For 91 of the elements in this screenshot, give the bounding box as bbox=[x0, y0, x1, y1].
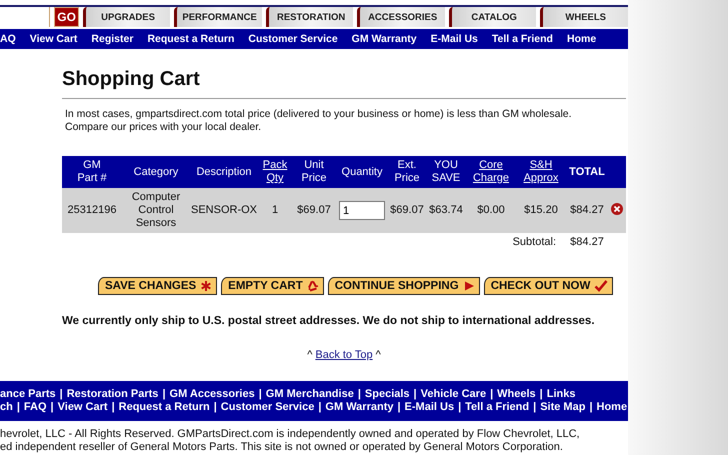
footer-link[interactable]: Tell a Friend bbox=[465, 401, 530, 414]
separator: | bbox=[533, 401, 536, 414]
separator: | bbox=[414, 388, 417, 401]
separator: | bbox=[589, 401, 593, 414]
triangle-icon bbox=[462, 280, 475, 292]
column-header: Quantity bbox=[336, 156, 388, 188]
separator: | bbox=[60, 388, 63, 401]
footer-link[interactable]: Request a Return bbox=[118, 401, 210, 414]
action-button[interactable]: CONTINUE SHOPPING bbox=[328, 277, 480, 295]
footer-link[interactable]: Customer Service bbox=[220, 401, 314, 414]
table-cell: Computer Control Sensors bbox=[122, 188, 190, 233]
asterisk-icon bbox=[200, 280, 212, 292]
quantity-input[interactable]: 1 bbox=[339, 201, 385, 220]
footer-link[interactable]: Specials bbox=[364, 388, 410, 401]
table-cell: $84.27 bbox=[566, 188, 608, 233]
back-to-top-link[interactable]: Back to Top bbox=[315, 349, 373, 361]
nav-link[interactable]: AQ bbox=[0, 33, 16, 45]
remove-icon[interactable] bbox=[611, 202, 623, 214]
separator: | bbox=[397, 401, 401, 414]
footer-link[interactable]: Site Map bbox=[540, 401, 586, 414]
column-header[interactable]: Pack Qty bbox=[258, 156, 292, 188]
footer-link[interactable]: E-Mail Us bbox=[404, 401, 454, 414]
column-header: Category bbox=[122, 156, 190, 188]
subtotal-value: $84.27 bbox=[566, 233, 608, 249]
separator: | bbox=[458, 401, 462, 414]
nav-tab[interactable]: UPGRADES bbox=[82, 7, 170, 27]
nav-link[interactable]: Home bbox=[566, 33, 596, 45]
subtotal-label: Subtotal: bbox=[62, 233, 566, 249]
separator: | bbox=[214, 401, 217, 414]
action-button[interactable]: CHECK OUT NOW bbox=[484, 277, 614, 295]
table-cell: 1 bbox=[258, 188, 292, 233]
table-cell: $69.07 bbox=[292, 188, 336, 233]
nav-tab[interactable]: CATALOG bbox=[448, 7, 536, 27]
column-header: YOU SAVE bbox=[426, 156, 466, 188]
nav-link[interactable]: Customer Service bbox=[248, 33, 338, 45]
footer-link[interactable]: FAQ bbox=[24, 401, 47, 414]
footer-link[interactable]: Links bbox=[546, 388, 576, 401]
footer-link[interactable]: GM Accessories bbox=[170, 388, 255, 401]
page-title: Shopping Cart bbox=[62, 68, 626, 99]
nav-tab[interactable]: ACCESSORIES bbox=[357, 7, 445, 27]
nav-link[interactable]: E-Mail Us bbox=[430, 33, 478, 45]
footer-link[interactable]: Restoration Parts bbox=[66, 388, 158, 401]
separator: | bbox=[490, 388, 494, 401]
table-cell: $69.07 bbox=[388, 188, 426, 233]
table-cell: 25312196 bbox=[62, 188, 122, 233]
separator: | bbox=[358, 388, 361, 401]
footer-link[interactable]: ch bbox=[0, 401, 13, 414]
column-header: Unit Price bbox=[292, 156, 336, 188]
separator: | bbox=[162, 388, 166, 401]
nav-tab[interactable]: WHEELS bbox=[540, 7, 628, 27]
footer-link[interactable]: View Cart bbox=[58, 401, 108, 414]
intro-text: In most cases, gmpartsdirect.com total price (delivered to your business or home) is less than GM wholesale. Compare our prices with your local dealer. bbox=[65, 108, 573, 134]
table-cell: $15.20 bbox=[516, 188, 566, 233]
copyright-text: hevrolet, LLC - All Rights Reserved. GMPartsDirect.com is independently owned and operated by Flow Chevrolet, LLC, bbox=[0, 428, 581, 441]
copyright-text: ed independent reseller of General Motors Parts. This site is not owned or operated by General Motors Corporation. bbox=[0, 441, 564, 454]
separator: | bbox=[540, 388, 543, 401]
separator: | bbox=[112, 401, 115, 414]
action-button[interactable]: SAVE CHANGES bbox=[98, 277, 218, 295]
nav-link[interactable]: Request a Return bbox=[147, 33, 234, 45]
nav-tab[interactable]: RESTORATION bbox=[266, 7, 354, 27]
footer-link[interactable]: Wheels bbox=[497, 388, 536, 401]
recycle-icon bbox=[306, 280, 319, 292]
column-header: Description bbox=[190, 156, 258, 188]
column-header[interactable]: Core Charge bbox=[466, 156, 516, 188]
nav-link[interactable]: View Cart bbox=[30, 33, 78, 45]
table-cell: SENSOR-OX bbox=[190, 188, 258, 233]
separator: | bbox=[258, 388, 262, 401]
footer-link[interactable]: GM Merchandise bbox=[266, 388, 354, 401]
footer-link[interactable]: ance Parts bbox=[0, 388, 56, 401]
column-header: GM Part # bbox=[62, 156, 122, 188]
separator: | bbox=[16, 401, 20, 414]
column-header[interactable]: S&H Approx bbox=[516, 156, 566, 188]
caret-text: ^ bbox=[307, 349, 312, 361]
column-header: Ext. Price bbox=[388, 156, 426, 188]
nav-link[interactable]: Tell a Friend bbox=[492, 33, 553, 45]
separator: | bbox=[318, 401, 322, 414]
separator: | bbox=[50, 401, 54, 414]
shipping-notice: We currently only ship to U.S. postal street addresses. We do not ship to international addresses. bbox=[62, 315, 596, 327]
table-cell: $63.74 bbox=[426, 188, 466, 233]
footer-link[interactable]: Home bbox=[596, 401, 628, 414]
table-cell: $0.00 bbox=[466, 188, 516, 233]
footer-link[interactable]: GM Warranty bbox=[325, 401, 394, 414]
footer-link[interactable]: Vehicle Care bbox=[420, 388, 486, 401]
check-icon bbox=[594, 280, 608, 292]
column-header: TOTAL bbox=[566, 156, 608, 188]
nav-link[interactable]: Register bbox=[91, 33, 134, 45]
caret-text: ^ bbox=[376, 349, 381, 361]
go-button[interactable]: GO bbox=[54, 7, 79, 27]
action-button[interactable]: EMPTY CART bbox=[221, 277, 324, 295]
nav-link[interactable]: GM Warranty bbox=[352, 33, 417, 45]
nav-tab[interactable]: PERFORMANCE bbox=[174, 7, 262, 27]
